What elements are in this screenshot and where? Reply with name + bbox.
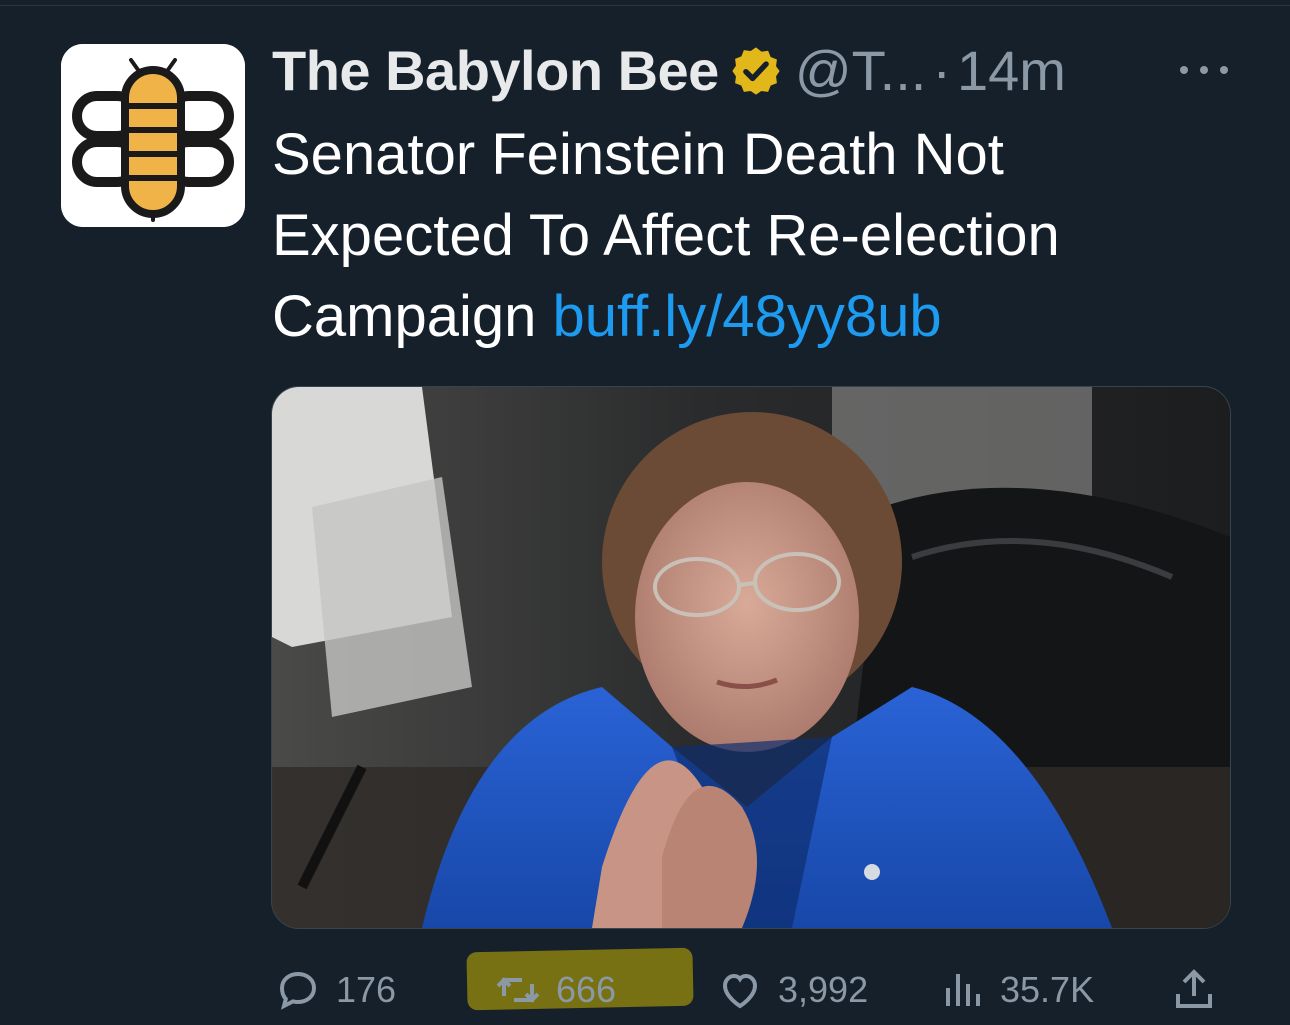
share-button[interactable] [1170,955,1232,1025]
display-name[interactable]: The Babylon Bee [272,36,719,106]
reply-button[interactable]: 176 [274,955,396,1025]
timestamp[interactable]: 14m [957,36,1066,106]
tweet-header: The Babylon Bee @T... · 14m [272,36,1262,106]
like-count: 3,992 [778,969,869,1010]
tweet[interactable]: The Babylon Bee @T... · 14m Senator Fein… [0,0,1290,1025]
retweet-count: 666 [556,969,617,1010]
view-count: 35.7K [1000,969,1095,1010]
like-button[interactable]: 3,992 [716,955,868,1025]
action-bar: 176 666 3,992 35.7K [270,955,1230,1025]
tweet-link[interactable]: buff.ly/48yy8ub [553,284,942,349]
tweet-media-image[interactable] [271,386,1231,929]
handle[interactable]: @T... [795,36,927,106]
reply-icon [279,971,317,1010]
babylon-bee-logo-icon [61,44,245,227]
views-chart-icon [946,974,980,1006]
heart-icon [722,973,758,1009]
avatar[interactable] [61,44,245,227]
verified-badge-icon[interactable] [729,44,783,98]
reply-count: 176 [336,969,397,1010]
retweet-button[interactable]: 666 [494,955,616,1025]
retweet-icon [496,977,540,1003]
share-icon [1176,969,1212,1008]
more-options-icon[interactable] [1180,50,1228,90]
tweet-text: Senator Feinstein Death Not Expected To … [272,114,1232,357]
photo-senator-icon [272,387,1230,928]
separator-dot: · [932,39,952,102]
views-button[interactable]: 35.7K [938,955,1094,1025]
